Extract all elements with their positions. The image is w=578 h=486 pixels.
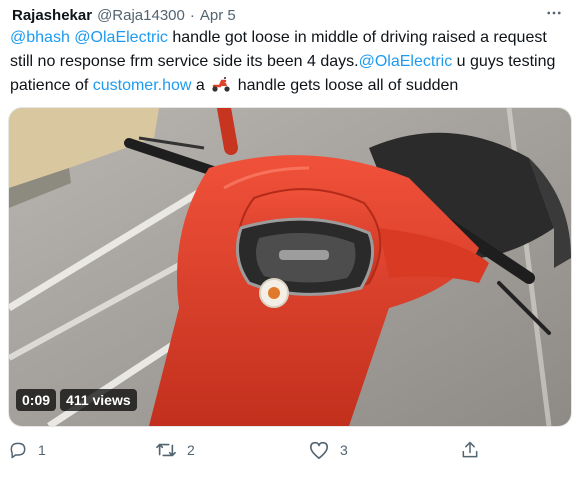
motor-scooter-emoji-icon	[211, 75, 231, 101]
retweet-button[interactable]: 2	[155, 440, 195, 460]
tweet-text-part: a	[191, 77, 210, 94]
retweet-count: 2	[187, 442, 195, 458]
retweet-icon	[155, 440, 177, 460]
mention-bhash[interactable]: @bhash	[10, 29, 70, 46]
reply-icon	[8, 440, 28, 460]
author-name[interactable]: Rajashekar	[12, 7, 92, 24]
tweet-header: Rajashekar @Raja14300 · Apr 5	[12, 4, 566, 26]
reply-button[interactable]: 1	[8, 440, 46, 460]
reply-count: 1	[38, 442, 46, 458]
mention-olaelectric[interactable]: @OlaElectric	[74, 29, 168, 46]
tweet-date[interactable]: Apr 5	[200, 7, 236, 24]
link-customer-how[interactable]: customer.how	[93, 77, 192, 94]
more-icon[interactable]	[542, 2, 566, 24]
like-count: 3	[340, 442, 348, 458]
tweet-text: @bhash @OlaElectric handle got loose in …	[10, 26, 566, 101]
share-button[interactable]	[460, 440, 480, 460]
author-handle[interactable]: @Raja14300	[97, 7, 185, 24]
video-duration: 0:09	[16, 389, 57, 411]
share-icon	[460, 440, 480, 460]
mention-olaelectric-2[interactable]: @OlaElectric	[359, 53, 453, 70]
separator-dot: ·	[189, 6, 195, 24]
video-badges: 0:09 411 views	[16, 389, 137, 411]
tweet-actions: 1 2 3	[0, 440, 578, 464]
video-thumbnail	[9, 108, 571, 426]
tweet-text-part: handle gets loose all of sudden	[233, 77, 459, 94]
video-views: 411 views	[60, 389, 137, 411]
like-button[interactable]: 3	[308, 440, 348, 460]
video-player[interactable]	[8, 107, 572, 427]
like-icon	[308, 440, 330, 460]
